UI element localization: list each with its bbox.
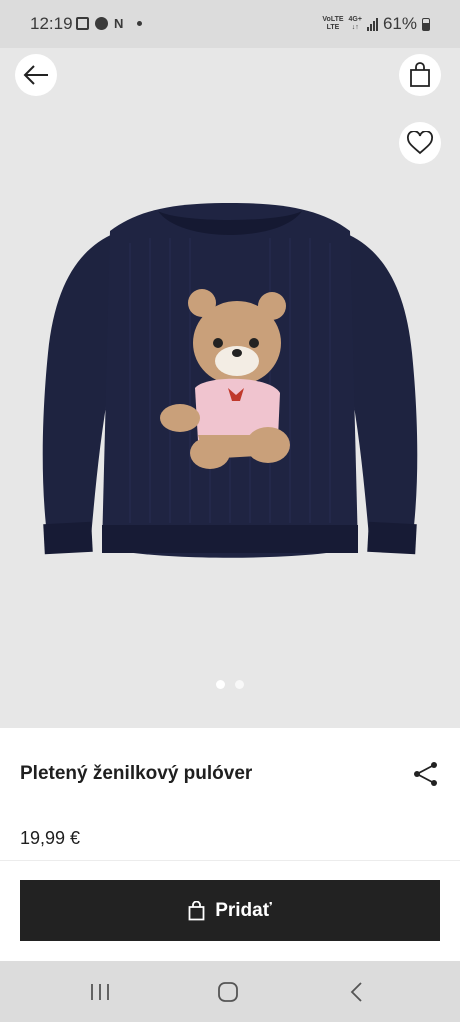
favorite-button[interactable] [399, 122, 441, 164]
status-left-icons: N [76, 16, 143, 31]
divider [0, 860, 460, 861]
product-image-gallery[interactable] [0, 48, 460, 728]
pagination-dot[interactable] [235, 680, 244, 689]
volte-indicator: VoLTE LTE [322, 16, 343, 32]
arrow-left-icon [23, 65, 48, 85]
product-title: Pletený ženilkový pulóver [20, 763, 253, 784]
back-icon [350, 982, 362, 1002]
recent-apps-icon [91, 984, 109, 1000]
notification-n-icon: N [114, 16, 124, 31]
battery-icon [422, 17, 430, 31]
product-image [42, 203, 418, 558]
add-to-bag-label: Pridať [215, 899, 272, 921]
product-price: 19,99 € [20, 828, 81, 848]
back-button[interactable] [15, 54, 57, 96]
system-back-button[interactable] [342, 979, 372, 1005]
data-type: 4G+ [348, 16, 362, 23]
home-icon [218, 982, 238, 1002]
facebook-icon [95, 17, 108, 30]
volte-bottom: LTE [326, 24, 340, 31]
gallery-pagination [0, 680, 460, 689]
add-to-bag-button[interactable]: Pridať [20, 880, 440, 941]
heart-icon [407, 131, 433, 155]
status-time: 12:19 [30, 14, 73, 33]
home-button[interactable] [213, 979, 243, 1005]
data-arrows: ↓↑ [351, 24, 359, 31]
shopping-bag-button[interactable] [399, 54, 441, 96]
status-bar: 12:19 N VoLTE LTE 4G+ ↓↑ 61% [0, 0, 460, 48]
status-right: VoLTE LTE 4G+ ↓↑ 61% [322, 14, 430, 34]
volte-top: VoLTE [322, 16, 344, 23]
battery-percent: 61% [382, 14, 417, 33]
signal-icon [366, 17, 378, 31]
product-title-row: Pletený ženilkový pulóver [20, 760, 440, 788]
dot-icon [137, 21, 143, 26]
system-nav-bar [0, 961, 460, 1022]
share-icon[interactable] [412, 760, 440, 788]
shopping-bag-icon [188, 900, 205, 920]
shopping-bag-icon [410, 62, 430, 87]
pagination-dot-active[interactable] [216, 680, 225, 689]
recent-apps-button[interactable] [85, 979, 115, 1005]
data-indicator: 4G+ ↓↑ [349, 16, 362, 32]
gallery-icon [76, 17, 89, 30]
